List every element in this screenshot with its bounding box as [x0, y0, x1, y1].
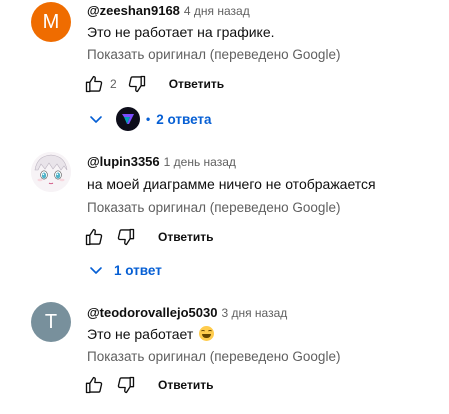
thumbs-down-icon — [117, 228, 135, 246]
comment-actions: 2 Ответить — [82, 71, 224, 97]
thumbs-up-icon — [85, 228, 103, 246]
like-button[interactable] — [82, 373, 106, 397]
chevron-down-icon — [90, 267, 102, 274]
reply-button[interactable]: Ответить — [169, 77, 224, 91]
avatar[interactable] — [31, 152, 71, 192]
like-count: 2 — [110, 77, 117, 91]
like-button[interactable] — [82, 225, 106, 249]
thumbs-up-icon — [85, 75, 103, 93]
separator-dot: • — [146, 112, 151, 126]
view-replies-button[interactable]: • 2 ответа — [88, 106, 212, 132]
comment-time[interactable]: 4 дня назад — [184, 4, 250, 18]
comment-time[interactable]: 3 дня назад — [221, 306, 287, 320]
chevron-down-icon — [90, 116, 102, 123]
creator-avatar — [116, 107, 140, 131]
comment-actions: Ответить — [82, 372, 213, 398]
comment-author[interactable]: @teodorovallejo5030 — [87, 305, 217, 320]
like-button[interactable] — [82, 72, 106, 96]
avatar-letter: T — [44, 311, 58, 333]
view-replies-button[interactable]: 1 ответ — [88, 257, 162, 283]
avatar-letter: M — [42, 11, 60, 33]
comment-actions: Ответить — [82, 224, 213, 250]
dislike-button[interactable] — [114, 225, 138, 249]
creator-logo-icon — [122, 114, 134, 124]
dislike-button[interactable] — [125, 72, 149, 96]
show-original-link[interactable]: Показать оригинал (переведено Google) — [87, 347, 340, 367]
reply-button[interactable]: Ответить — [158, 230, 213, 244]
comment-header: @lupin3356 1 день назад — [87, 153, 236, 171]
comment-text-content: Это не работает — [87, 326, 194, 342]
show-original-link[interactable]: Показать оригинал (переведено Google) — [87, 198, 340, 218]
comment-header: @teodorovallejo5030 3 дня назад — [87, 304, 287, 322]
avatar[interactable]: M — [31, 2, 71, 42]
anime-avatar-icon — [31, 152, 71, 192]
reply-button[interactable]: Ответить — [158, 378, 213, 392]
comment-text: Это не работает — [87, 324, 215, 344]
comment-text: на моей диаграмме ничего не отображается — [87, 176, 376, 192]
grinning-face-with-sweat-icon — [199, 326, 215, 341]
dislike-button[interactable] — [114, 373, 138, 397]
replies-count-label: 2 ответа — [156, 111, 212, 127]
comment-header: @zeeshan9168 4 дня назад — [87, 2, 250, 20]
replies-count-label: 1 ответ — [114, 262, 162, 278]
comment-time[interactable]: 1 день назад — [164, 155, 236, 169]
thumbs-up-icon — [85, 376, 103, 394]
comment-author[interactable]: @zeeshan9168 — [87, 3, 180, 18]
comment-author[interactable]: @lupin3356 — [87, 154, 160, 169]
thumbs-down-icon — [128, 75, 145, 93]
comment-text: Это не работает на графике. — [87, 24, 275, 40]
avatar[interactable]: T — [31, 302, 71, 342]
thumbs-down-icon — [117, 376, 135, 394]
show-original-link[interactable]: Показать оригинал (переведено Google) — [87, 45, 340, 65]
